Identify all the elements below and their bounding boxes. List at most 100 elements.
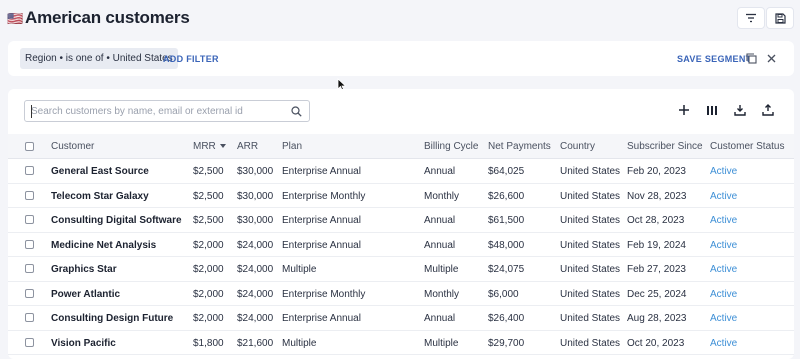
net-payments-value: $48,000 [488,239,525,251]
table-row[interactable]: Vision Pacific $1,800 $21,600 Multiple M… [8,331,794,355]
country-value: United States [560,264,621,275]
column-header-customer[interactable]: Customer [51,141,94,152]
table-row[interactable]: General East Source $2,500 $30,000 Enter… [8,159,794,184]
arr-value: $30,000 [237,166,274,177]
mrr-value: $2,500 [193,215,224,226]
mrr-value: $2,500 [193,190,224,202]
filter-bar: Region • is one of • United States ADD F… [8,41,794,76]
column-header-country[interactable]: Country [560,141,595,152]
column-header-billing-cycle[interactable]: Billing Cycle [424,141,478,152]
page-header: 🇺🇸 American customers [0,0,800,36]
save-segment-button[interactable]: SAVE SEGMENT [677,54,751,64]
subscriber-since-value: Oct 28, 2023 [627,215,685,226]
floppy-disk-icon [774,12,786,24]
net-payments-value: $24,075 [488,264,525,275]
table-header: Customer MRR ARR Plan Billing Cycle Net … [8,134,794,159]
net-payments-value: $6,000 [488,288,519,300]
plan-value: Multiple [282,264,317,275]
net-payments-value: $26,400 [488,313,525,324]
filter-view-button[interactable] [737,7,765,29]
us-flag-icon: 🇺🇸 [7,11,24,26]
customer-name[interactable]: Telecom Star Galaxy [51,191,149,202]
search-icon[interactable] [291,106,302,117]
add-customer-button[interactable] [675,101,693,119]
region-filter-chip[interactable]: Region • is one of • United States [20,48,178,69]
arr-value: $30,000 [237,215,274,226]
row-checkbox[interactable] [25,288,34,298]
status-badge: Active [710,264,738,275]
table-row[interactable]: Graphics Star $2,000 $24,000 Multiple Mu… [8,257,794,282]
download-icon [734,105,746,116]
download-button[interactable] [731,101,749,119]
columns-button[interactable] [703,101,721,119]
table-row[interactable]: Consulting Digital Software $2,500 $30,0… [8,208,794,233]
page-title: American customers [25,8,190,27]
customer-name[interactable]: Graphics Star [51,264,117,275]
status-badge: Active [710,288,738,300]
plan-value: Enterprise Monthly [282,190,366,202]
row-checkbox[interactable] [25,337,34,347]
status-badge: Active [710,313,738,324]
status-badge: Active [710,239,738,251]
billing-cycle-value: Annual [424,239,456,251]
customer-name[interactable]: Vision Pacific [51,338,116,349]
sort-descending-icon[interactable] [219,144,226,148]
billing-cycle-value: Monthly [424,190,460,202]
net-payments-value: $29,700 [488,337,525,349]
row-checkbox[interactable] [25,239,34,249]
row-checkbox[interactable] [25,166,34,175]
country-value: United States [560,239,621,251]
upload-button[interactable] [759,101,777,119]
subscriber-since-value: Oct 20, 2023 [627,337,685,349]
subscriber-since-value: Feb 27, 2023 [627,264,686,275]
table-row[interactable]: Medicine Net Analysis $2,000 $24,000 Ent… [8,233,794,257]
search-input[interactable] [31,104,281,118]
row-checkbox[interactable] [25,215,34,224]
country-value: United States [560,337,621,349]
country-value: United States [560,166,621,177]
column-header-arr[interactable]: ARR [237,141,258,152]
column-header-mrr[interactable]: MRR [193,141,226,152]
plan-value: Enterprise Annual [282,239,361,251]
country-value: United States [560,190,621,202]
net-payments-value: $64,025 [488,166,525,177]
search-box[interactable] [24,100,310,122]
arr-value: $24,000 [237,313,274,324]
customer-name[interactable]: General East Source [51,166,149,177]
copy-icon[interactable] [746,53,757,64]
plan-value: Enterprise Annual [282,215,361,226]
country-value: United States [560,288,621,300]
close-icon[interactable] [766,53,777,64]
table-row[interactable]: Power Atlantic $2,000 $24,000 Enterprise… [8,282,794,306]
billing-cycle-value: Annual [424,215,456,226]
customer-name[interactable]: Medicine Net Analysis [51,240,156,251]
customer-name[interactable]: Consulting Digital Software [51,215,182,226]
select-all-checkbox[interactable] [25,142,34,151]
mrr-value: $2,000 [193,264,224,275]
row-checkbox[interactable] [25,264,34,273]
billing-cycle-value: Annual [424,166,456,177]
save-view-button[interactable] [766,7,794,29]
columns-icon [707,105,717,115]
status-badge: Active [710,190,738,202]
plan-value: Enterprise Monthly [282,288,366,300]
column-header-plan[interactable]: Plan [282,141,302,152]
row-checkbox[interactable] [25,313,34,322]
arr-value: $24,000 [237,264,274,275]
customer-name[interactable]: Consulting Design Future [51,313,173,324]
column-header-mrr-label: MRR [193,141,216,152]
add-filter-button[interactable]: ADD FILTER [163,54,219,64]
column-header-net-payments[interactable]: Net Payments [488,141,551,152]
upload-icon [762,104,774,116]
subscriber-since-value: Dec 25, 2024 [627,288,687,300]
column-header-customer-status[interactable]: Customer Status [710,141,784,152]
table-row[interactable]: Consulting Design Future $2,000 $24,000 … [8,306,794,331]
customer-name[interactable]: Power Atlantic [51,289,120,300]
row-checkbox[interactable] [25,190,34,200]
arr-value: $30,000 [237,190,274,202]
billing-cycle-value: Multiple [424,337,459,349]
table-row[interactable]: Telecom Star Galaxy $2,500 $30,000 Enter… [8,184,794,208]
arr-value: $24,000 [237,288,274,300]
column-header-subscriber-since[interactable]: Subscriber Since [627,141,703,152]
plan-value: Enterprise Annual [282,313,361,324]
